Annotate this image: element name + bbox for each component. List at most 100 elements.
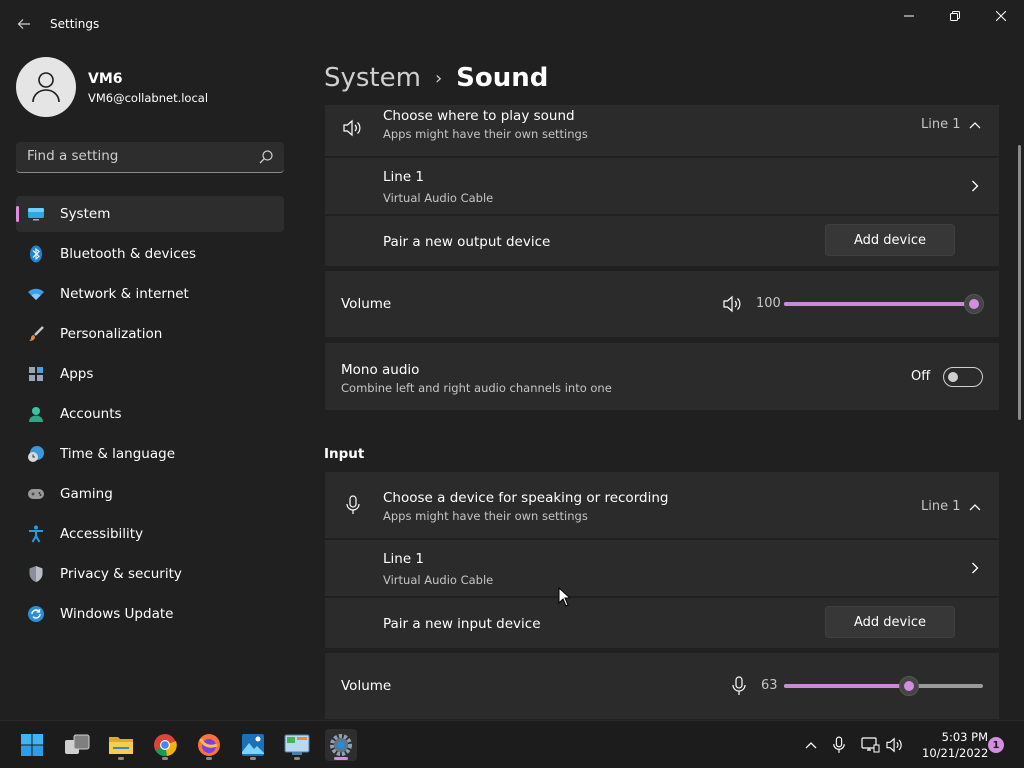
- search-icon: [259, 150, 273, 164]
- sidebar-item-accounts[interactable]: Accounts: [16, 396, 284, 432]
- task-view-icon: [65, 734, 90, 754]
- sidebar-item-apps[interactable]: Apps: [16, 356, 284, 392]
- firefox-button[interactable]: [193, 729, 225, 761]
- sidebar-item-accessibility[interactable]: Accessibility: [16, 516, 284, 552]
- running-indicator: [206, 757, 212, 760]
- sidebar-item-label: Windows Update: [60, 606, 174, 622]
- chevron-up-icon: [967, 117, 983, 133]
- minimize-icon: [904, 15, 914, 17]
- output-header-subtitle: Apps might have their own settings: [383, 127, 588, 141]
- control-panel-icon: [284, 734, 310, 755]
- slider-fill: [784, 684, 909, 688]
- input-volume-value: 63: [761, 678, 778, 693]
- apps-icon: [27, 365, 45, 383]
- settings-button[interactable]: [325, 729, 357, 761]
- tray-volume-button[interactable]: [885, 735, 905, 755]
- chevron-right-icon: [967, 560, 983, 576]
- task-view-button[interactable]: [61, 729, 93, 761]
- sidebar-item-privacy[interactable]: Privacy & security: [16, 556, 284, 592]
- running-indicator: [118, 757, 124, 760]
- sidebar-item-network[interactable]: Network & internet: [16, 276, 284, 312]
- clock-date: 10/21/2022: [922, 746, 989, 760]
- clock-globe-icon: [27, 445, 45, 463]
- add-input-device-button[interactable]: Add device: [825, 606, 955, 638]
- settings-icon: [330, 734, 352, 756]
- slider-thumb[interactable]: [899, 676, 919, 696]
- breadcrumb-parent[interactable]: System: [324, 63, 421, 93]
- input-section-title: Input: [324, 446, 365, 462]
- add-output-device-button[interactable]: Add device: [825, 224, 955, 256]
- speaker-volume-icon[interactable]: [721, 292, 745, 316]
- shield-icon: [27, 565, 45, 583]
- sidebar-item-windows-update[interactable]: Windows Update: [16, 596, 284, 632]
- monitor-icon: [27, 205, 45, 223]
- minimize-button[interactable]: [886, 0, 932, 32]
- search-input[interactable]: [27, 148, 247, 164]
- tray-microphone-button[interactable]: [829, 735, 849, 755]
- sidebar-item-label: System: [60, 206, 111, 222]
- output-volume-value: 100: [756, 296, 781, 311]
- maximize-icon: [950, 11, 960, 21]
- file-explorer-button[interactable]: [105, 729, 137, 761]
- sidebar-item-label: Privacy & security: [60, 566, 182, 582]
- clock-time: 5:03 PM: [941, 730, 988, 744]
- sidebar-item-time-language[interactable]: Time & language: [16, 436, 284, 472]
- mono-audio-title: Mono audio: [341, 362, 420, 378]
- close-button[interactable]: [978, 0, 1024, 32]
- output-device-header[interactable]: Choose where to play sound Apps might ha…: [325, 105, 999, 156]
- sidebar-item-personalization[interactable]: Personalization: [16, 316, 284, 352]
- input-selected-device: Line 1: [921, 499, 961, 514]
- speaker-icon: [886, 737, 902, 753]
- input-volume-slider[interactable]: [784, 676, 983, 696]
- sidebar-item-label: Bluetooth & devices: [60, 246, 197, 262]
- avatar[interactable]: [16, 57, 76, 117]
- app-title: Settings: [50, 17, 100, 31]
- show-hidden-icons-button[interactable]: [801, 735, 821, 755]
- chrome-button[interactable]: [149, 729, 181, 761]
- start-button[interactable]: [16, 729, 48, 761]
- chevron-up-icon: [805, 742, 817, 749]
- page-title: Sound: [456, 63, 549, 93]
- sidebar-item-label: Accessibility: [60, 526, 144, 542]
- sidebar-item-label: Apps: [60, 366, 94, 382]
- restore-button[interactable]: [932, 0, 978, 32]
- arrow-left-icon: [17, 19, 30, 29]
- taskbar-clock[interactable]: 5:03 PM 10/21/2022: [922, 729, 988, 761]
- person-icon: [32, 72, 60, 103]
- breadcrumb-separator: ›: [434, 67, 443, 89]
- microphone-volume-icon[interactable]: [727, 674, 751, 698]
- output-device-row[interactable]: Line 1 Virtual Audio Cable: [325, 158, 999, 214]
- control-panel-button[interactable]: [281, 729, 313, 761]
- sidebar-item-label: Accounts: [60, 406, 122, 422]
- sidebar-item-gaming[interactable]: Gaming: [16, 476, 284, 512]
- mono-audio-toggle[interactable]: [943, 367, 983, 387]
- pair-input-row: Pair a new input device Add device: [325, 598, 999, 648]
- pair-output-row: Pair a new output device Add device: [325, 216, 999, 266]
- output-device-name: Line 1: [383, 169, 425, 185]
- sidebar-item-bluetooth[interactable]: Bluetooth & devices: [16, 236, 284, 272]
- firefox-icon: [198, 734, 220, 756]
- sidebar-item-system[interactable]: System: [16, 196, 284, 232]
- sidebar-item-label: Personalization: [60, 326, 163, 342]
- user-email: VM6@collabnet.local: [88, 91, 209, 105]
- pair-output-label: Pair a new output device: [383, 234, 551, 250]
- output-device-subtitle: Virtual Audio Cable: [383, 191, 494, 205]
- notification-badge[interactable]: 1: [988, 737, 1004, 753]
- search-box[interactable]: [16, 142, 284, 173]
- bluetooth-icon: [27, 245, 45, 263]
- start-icon: [21, 734, 43, 756]
- input-header-title: Choose a device for speaking or recordin…: [383, 490, 669, 506]
- slider-thumb[interactable]: [964, 294, 984, 314]
- file-explorer-icon: [109, 737, 133, 754]
- input-device-row[interactable]: Line 1 Virtual Audio Cable: [325, 540, 999, 596]
- input-device-header[interactable]: Choose a device for speaking or recordin…: [325, 472, 999, 538]
- mouse-cursor-icon: [558, 587, 570, 607]
- back-button[interactable]: [10, 10, 38, 38]
- scrollbar[interactable]: [1018, 145, 1021, 420]
- running-indicator: [334, 757, 348, 760]
- input-device-subtitle: Virtual Audio Cable: [383, 573, 494, 587]
- tray-network-button[interactable]: [860, 735, 880, 755]
- output-volume-slider[interactable]: [784, 294, 984, 314]
- taskbar: 5:03 PM 10/21/2022 1: [0, 720, 1024, 768]
- photos-button[interactable]: [237, 729, 269, 761]
